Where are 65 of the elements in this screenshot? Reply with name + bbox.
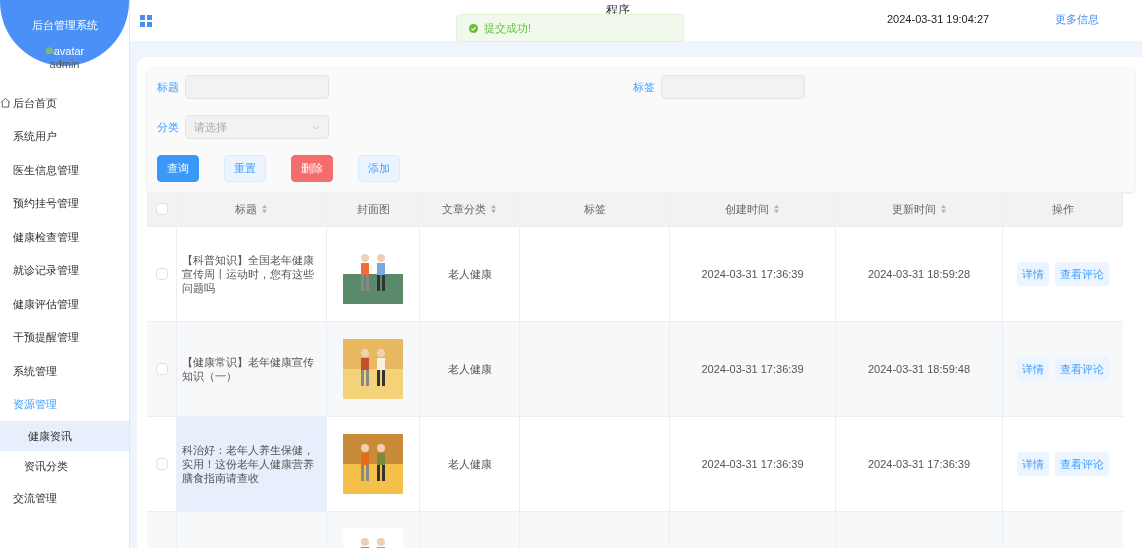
column-header: 操作 <box>1051 201 1074 217</box>
table-cell-text: 2024-03-31 17:36:39 <box>867 456 971 472</box>
sidebar-item[interactable]: 后台首页 <box>0 86 129 120</box>
avatar-alt-text: avatar <box>53 43 85 59</box>
table-cell-text: 【健康常识】老年健康宣传知识（一） <box>182 355 315 383</box>
datetime: 2024-03-31 19:04:27 <box>887 12 990 28</box>
table-cell-text: 2024-03-31 17:36:39 <box>701 456 804 472</box>
sidebar-item[interactable]: 干预提醒管理 <box>0 320 129 354</box>
table-cell-text: 【科普知识】全国老年健康宣传周丨运动时，您有这些问题吗 <box>182 253 315 295</box>
details-button[interactable]: 详情 <box>1017 262 1049 286</box>
action-button[interactable]: 重置 <box>224 155 266 182</box>
grid-menu-icon[interactable] <box>140 14 152 27</box>
comments-button[interactable]: 查看评论 <box>1055 357 1109 381</box>
comments-button[interactable]: 查看评论 <box>1055 452 1109 476</box>
sidebar-subitem[interactable]: 健康资讯 <box>0 421 129 451</box>
app-title: 后台管理系统 <box>31 18 98 33</box>
check-circle-icon <box>469 23 478 33</box>
table-cell-text: 2024-03-31 18:59:28 <box>867 266 971 282</box>
table-cell-text: 老人健康 <box>447 361 492 377</box>
table-cell-text: 科治好：老年人养生保健，实用！这份老年人健康营养膳食指南请查收 <box>182 443 315 485</box>
sidebar-item[interactable]: 交流管理 <box>0 481 129 515</box>
details-button[interactable]: 详情 <box>1017 452 1049 476</box>
sidebar-subitem[interactable]: 资讯分类 <box>0 451 129 481</box>
table-cell-text: 2024-03-31 18:59:48 <box>867 361 971 377</box>
checkbox[interactable] <box>155 203 168 215</box>
sidebar-item[interactable]: 健康检查管理 <box>0 220 129 254</box>
field-label: 分类 <box>157 119 179 135</box>
chevron-down-icon <box>312 124 320 130</box>
sort-icon[interactable] <box>939 204 947 214</box>
checkbox[interactable] <box>155 363 168 375</box>
sort-icon[interactable] <box>261 204 268 214</box>
column-header: 标签 <box>583 201 606 217</box>
column-header: 文章分类 <box>442 201 486 217</box>
home-icon <box>0 97 11 109</box>
comments-button[interactable]: 查看评论 <box>1055 262 1109 286</box>
column-header: 创建时间 <box>725 201 769 217</box>
action-button[interactable]: 查询 <box>157 155 199 182</box>
sidebar-item[interactable]: 就诊记录管理 <box>0 253 129 287</box>
column-header: 封面图 <box>356 201 390 217</box>
sidebar-item[interactable]: 系统管理 <box>0 354 129 388</box>
sidebar-item[interactable]: 健康评估管理 <box>0 287 129 321</box>
more-info-link[interactable]: 更多信息 <box>1055 11 1100 28</box>
field-label: 标题 <box>157 79 179 95</box>
select-placeholder: 请选择 <box>194 119 227 135</box>
select-field[interactable]: 请选择 <box>185 115 329 139</box>
field-label: 标签 <box>633 79 655 95</box>
action-button[interactable]: 添加 <box>358 155 400 182</box>
checkbox[interactable] <box>155 458 168 470</box>
checkbox[interactable] <box>155 268 168 280</box>
sort-icon[interactable] <box>490 204 497 214</box>
column-header: 更新时间 <box>891 201 936 217</box>
table-cell-text: 2024-03-31 17:36:39 <box>701 361 804 377</box>
broken-image-icon <box>44 46 54 56</box>
sort-icon[interactable] <box>773 204 780 214</box>
sidebar-item[interactable]: 医生信息管理 <box>0 153 129 187</box>
action-button[interactable]: 删除 <box>291 155 333 182</box>
details-button[interactable]: 详情 <box>1017 357 1049 381</box>
sidebar-item[interactable]: 资源管理 <box>0 387 129 421</box>
table-cell-text: 老人健康 <box>447 456 492 472</box>
sidebar-item[interactable]: 系统用户 <box>0 119 129 153</box>
toast-message: 提交成功! <box>484 20 532 36</box>
table-cell-text: 2024-03-31 17:36:39 <box>701 266 804 282</box>
column-header: 标题 <box>235 201 257 217</box>
sidebar-item[interactable]: 预约挂号管理 <box>0 186 129 220</box>
table-cell-text: 老人健康 <box>447 266 492 282</box>
